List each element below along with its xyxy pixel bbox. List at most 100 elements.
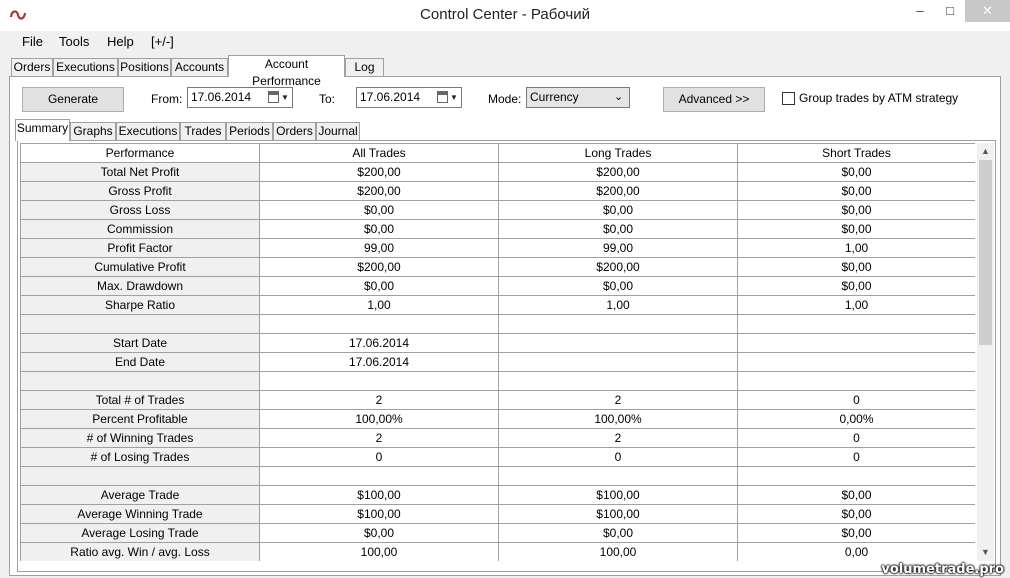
minimize-button[interactable]: – [905,0,935,22]
value-cell: $0,00 [737,257,975,277]
value-cell: $0,00 [737,485,975,505]
from-label: From: [151,92,183,106]
table-row[interactable] [20,314,975,334]
table-row[interactable]: Commission $0,00 $0,00 $0,00 [20,219,975,239]
value-cell: 1,00 [737,295,975,315]
value-cell [498,314,738,334]
row-label-cell: End Date [20,352,260,372]
mode-select-value: Currency [530,90,579,104]
close-button[interactable]: ✕ [965,0,1010,22]
value-cell [498,333,738,353]
value-cell: 100,00 [259,542,499,561]
subtab-summary[interactable]: Summary [15,119,70,141]
subtab-journal[interactable]: Journal [316,122,360,141]
summary-grid: Performance All Trades Long Trades Short… [20,143,975,561]
group-trades-checkbox[interactable] [782,92,795,105]
row-label-cell: Commission [20,219,260,239]
row-label-cell: Gross Loss [20,200,260,220]
subtab-trades[interactable]: Trades [180,122,226,141]
menu-tools[interactable]: Tools [59,34,89,49]
table-row[interactable]: # of Losing Trades 0 0 0 [20,447,975,467]
scroll-thumb[interactable] [979,160,992,345]
account-performance-panel: Generate From: 17.06.2014 ▼ To: 17.06.20… [9,76,1001,576]
table-row[interactable]: Profit Factor 99,00 99,00 1,00 [20,238,975,258]
subtab-executions[interactable]: Executions [116,122,180,141]
column-header-short-trades[interactable]: Short Trades [737,143,975,163]
value-cell: 1,00 [259,295,499,315]
calendar-icon[interactable] [268,91,279,103]
value-cell: 2 [259,390,499,410]
menu-expand-toggle[interactable]: [+/-] [151,34,174,49]
table-row[interactable]: Total # of Trades 2 2 0 [20,390,975,410]
table-row[interactable]: # of Winning Trades 2 2 0 [20,428,975,448]
value-cell: $200,00 [498,162,738,182]
window-title: Control Center - Рабочий [420,6,590,23]
tab-log[interactable]: Log [345,58,384,77]
value-cell: 100,00 [498,542,738,561]
column-header-performance[interactable]: Performance [20,143,260,163]
table-row[interactable] [20,371,975,391]
column-header-long-trades[interactable]: Long Trades [498,143,738,163]
scroll-up-icon[interactable]: ▲ [977,143,994,160]
tab-accounts[interactable]: Accounts [171,58,228,77]
menu-file[interactable]: File [22,34,43,49]
table-row[interactable]: Average Winning Trade $100,00 $100,00 $0,00 [20,504,975,524]
tab-positions[interactable]: Positions [118,58,171,77]
row-label-cell: Cumulative Profit [20,257,260,277]
value-cell [498,371,738,391]
value-cell: 100,00% [498,409,738,429]
calendar-icon[interactable] [437,91,448,103]
mode-select[interactable]: Currency ⌄ [526,87,630,108]
advanced-button[interactable]: Advanced >> [663,87,765,112]
scroll-down-icon[interactable]: ▼ [977,544,994,561]
value-cell: $0,00 [259,200,499,220]
tab-account-performance[interactable]: Account Performance [228,55,345,88]
table-row[interactable]: Gross Loss $0,00 $0,00 $0,00 [20,200,975,220]
table-row[interactable]: Max. Drawdown $0,00 $0,00 $0,00 [20,276,975,296]
table-row[interactable]: Sharpe Ratio 1,00 1,00 1,00 [20,295,975,315]
to-date-field[interactable]: 17.06.2014 ▼ [356,87,462,108]
row-label-cell: Sharpe Ratio [20,295,260,315]
value-cell: 1,00 [498,295,738,315]
value-cell [737,352,975,372]
table-header-row: Performance All Trades Long Trades Short… [20,143,975,163]
row-label-cell: Average Losing Trade [20,523,260,543]
subtab-graphs[interactable]: Graphs [70,122,116,141]
from-date-field[interactable]: 17.06.2014 ▼ [187,87,293,108]
generate-button[interactable]: Generate [22,87,124,112]
table-row[interactable]: Average Trade $100,00 $100,00 $0,00 [20,485,975,505]
table-row[interactable]: Gross Profit $200,00 $200,00 $0,00 [20,181,975,201]
table-row[interactable]: Ratio avg. Win / avg. Loss 100,00 100,00 0,… [20,542,975,561]
value-cell: $0,00 [498,219,738,239]
row-label-cell: # of Losing Trades [20,447,260,467]
value-cell [259,466,499,486]
table-row[interactable] [20,466,975,486]
tab-executions[interactable]: Executions [53,58,118,77]
subtab-periods[interactable]: Periods [226,122,273,141]
value-cell: $0,00 [498,276,738,296]
value-cell: $100,00 [259,504,499,524]
value-cell: 2 [498,428,738,448]
value-cell: 1,00 [737,238,975,258]
row-label-cell: Start Date [20,333,260,353]
vertical-scrollbar[interactable]: ▲ ▼ [977,143,994,561]
tab-orders[interactable]: Orders [11,58,53,77]
menu-help[interactable]: Help [107,34,134,49]
subtab-orders[interactable]: Orders [273,122,316,141]
value-cell: $0,00 [737,200,975,220]
table-row[interactable]: Cumulative Profit $200,00 $200,00 $0,00 [20,257,975,277]
chevron-down-icon[interactable]: ▼ [450,93,458,102]
table-row[interactable]: Percent Profitable 100,00% 100,00% 0,00% [20,409,975,429]
table-row[interactable]: End Date 17.06.2014 [20,352,975,372]
value-cell: $0,00 [259,276,499,296]
table-row[interactable]: Start Date 17.06.2014 [20,333,975,353]
column-header-all-trades[interactable]: All Trades [259,143,499,163]
maximize-button[interactable]: □ [935,0,965,22]
to-label: To: [319,92,336,106]
chevron-down-icon[interactable]: ▼ [281,93,289,102]
row-label-cell: Total Net Profit [20,162,260,182]
value-cell: 0 [498,447,738,467]
value-cell [259,371,499,391]
table-row[interactable]: Average Losing Trade $0,00 $0,00 $0,00 [20,523,975,543]
table-row[interactable]: Total Net Profit $200,00 $200,00 $0,00 [20,162,975,182]
